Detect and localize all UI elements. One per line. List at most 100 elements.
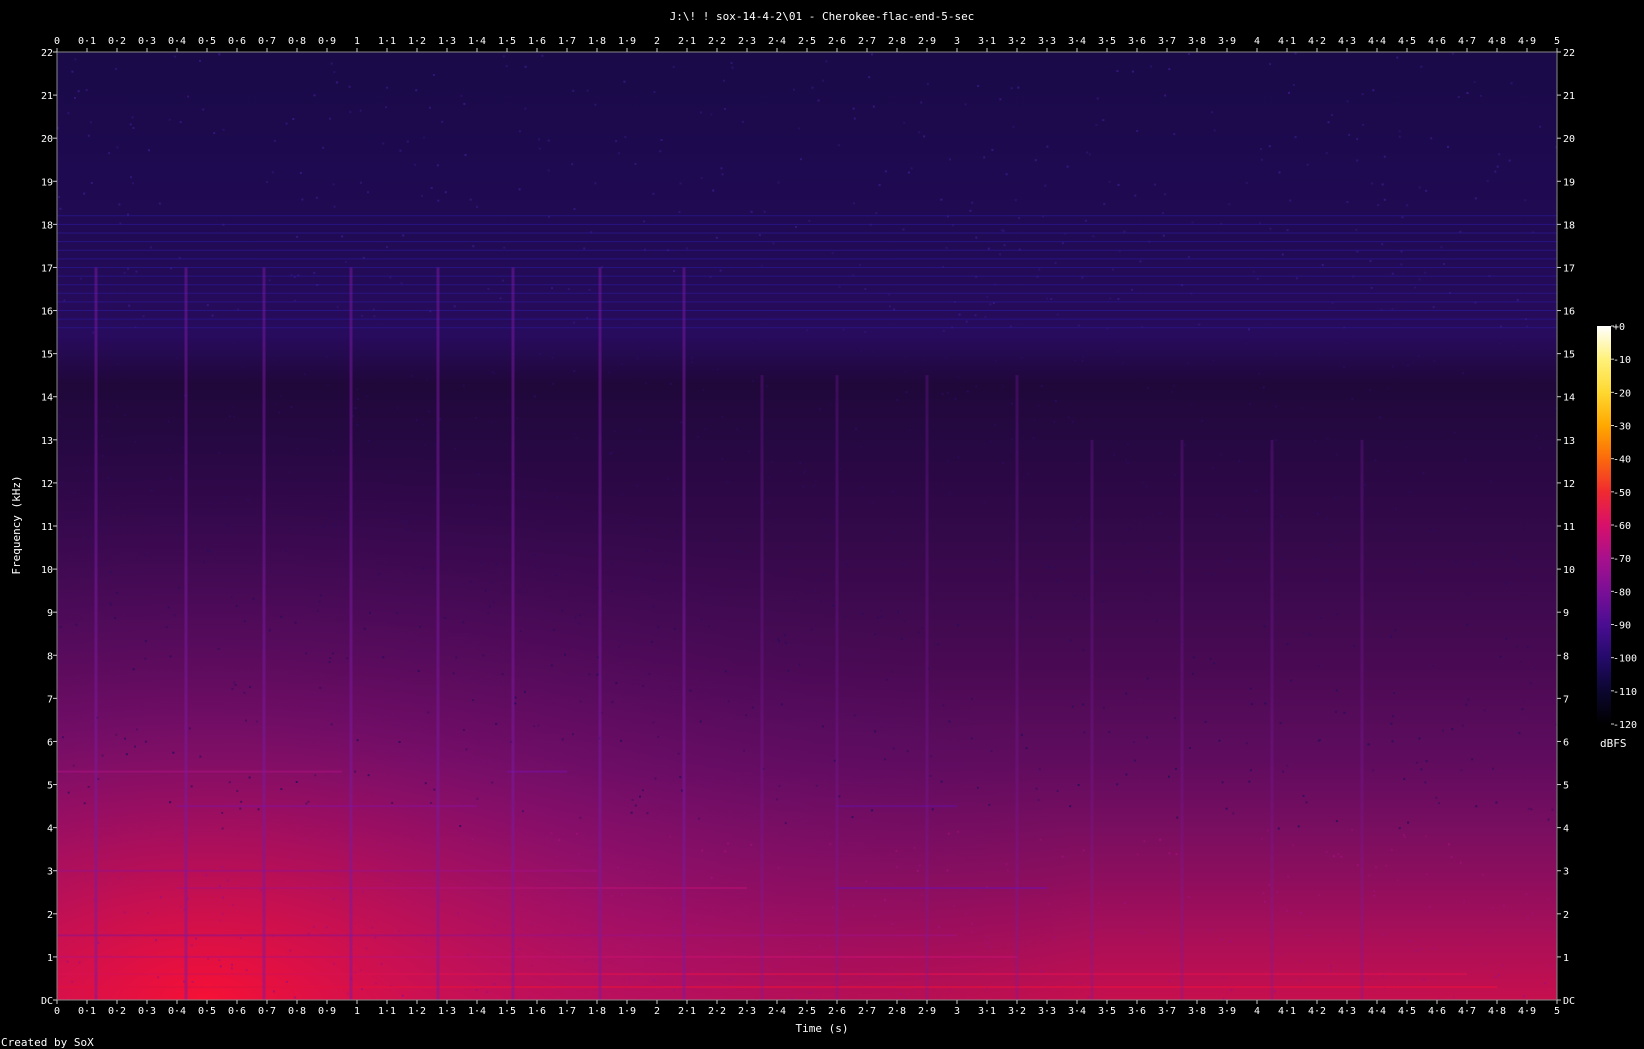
noise-speck — [743, 585, 746, 588]
noise-speck — [1281, 557, 1283, 560]
noise-speck — [236, 789, 239, 792]
noise-speck — [1123, 902, 1126, 905]
x-tick-label-bottom: 4·9 — [1518, 1006, 1536, 1017]
noise-speck — [296, 447, 299, 450]
x-tick-label-bottom: 2·5 — [798, 1006, 816, 1017]
noise-speck — [116, 146, 119, 149]
noise-speck — [382, 656, 385, 659]
noise-speck — [480, 561, 483, 564]
x-tick-label-bottom: 0·4 — [168, 1006, 186, 1017]
noise-speck — [858, 974, 861, 977]
noise-speck — [421, 423, 424, 426]
noise-speck — [1252, 270, 1255, 273]
noise-speck — [1189, 403, 1192, 406]
noise-speck — [977, 85, 980, 87]
noise-speck — [620, 739, 623, 742]
noise-speck — [575, 832, 578, 835]
noise-speck — [673, 489, 676, 491]
noise-speck — [202, 108, 205, 111]
noise-speck — [1128, 527, 1131, 530]
noise-speck — [501, 673, 504, 676]
noise-speck — [1530, 808, 1533, 811]
x-tick-label-top: 1·1 — [378, 36, 396, 47]
noise-speck — [864, 288, 867, 290]
noise-speck — [690, 361, 693, 364]
noise-speck — [738, 529, 741, 532]
noise-speck — [573, 208, 576, 210]
noise-speck — [750, 210, 753, 213]
noise-speck — [817, 99, 820, 102]
y-tick-label-left: 20 — [41, 134, 53, 145]
noise-speck — [1219, 453, 1222, 456]
noise-speck — [1341, 939, 1344, 942]
noise-speck — [916, 869, 919, 872]
noise-speck — [652, 192, 655, 195]
noise-speck — [1438, 802, 1441, 805]
noise-speck — [777, 181, 780, 184]
noise-speck — [231, 963, 233, 966]
noise-speck — [839, 467, 842, 470]
noise-speck — [1279, 515, 1282, 518]
noise-speck — [880, 615, 883, 618]
noise-speck — [877, 616, 880, 619]
noise-speck — [942, 329, 945, 332]
noise-speck — [847, 566, 850, 569]
noise-speck — [820, 600, 823, 603]
noise-speck — [1164, 94, 1167, 97]
noise-speck — [1369, 260, 1372, 263]
noise-speck — [131, 116, 134, 119]
x-tick-label-top: 4 — [1254, 36, 1260, 47]
x-tick-label-bottom: 4·1 — [1278, 1006, 1296, 1017]
noise-speck — [101, 434, 104, 437]
noise-speck — [874, 730, 877, 733]
noise-speck — [1139, 260, 1142, 263]
noise-speck — [114, 617, 117, 619]
noise-speck — [1461, 724, 1464, 727]
noise-speck — [1494, 170, 1497, 173]
x-tick-label-top: 3·1 — [978, 36, 996, 47]
noise-speck — [1082, 849, 1085, 852]
noise-speck — [1318, 739, 1321, 742]
y-tick-label-left: 4 — [47, 824, 53, 835]
noise-speck — [1109, 297, 1112, 300]
noise-speck — [173, 55, 176, 58]
y-tick-label-left: 16 — [41, 307, 53, 318]
x-tick-label-bottom: 0·7 — [258, 1006, 276, 1017]
noise-speck — [314, 774, 317, 777]
noise-speck — [1005, 863, 1008, 866]
noise-speck — [731, 66, 734, 69]
y-tick-label-left: 22 — [41, 48, 53, 59]
noise-speck — [771, 461, 773, 463]
noise-speck — [332, 652, 334, 655]
noise-speck — [333, 205, 336, 208]
noise-speck — [284, 549, 287, 552]
noise-speck — [1168, 536, 1171, 539]
x-tick-label-bottom: 0·8 — [288, 1006, 306, 1017]
noise-speck — [798, 127, 801, 130]
x-tick-label-top: 3·5 — [1098, 36, 1116, 47]
noise-speck — [1144, 599, 1147, 602]
noise-speck — [868, 76, 871, 79]
noise-speck — [1527, 807, 1530, 810]
noise-speck — [1420, 65, 1423, 68]
noise-speck — [1085, 350, 1088, 353]
noise-speck — [1381, 243, 1384, 246]
noise-speck — [1422, 472, 1425, 474]
noise-speck — [221, 866, 224, 869]
noise-speck — [1011, 438, 1013, 441]
noise-speck — [524, 65, 527, 68]
noise-speck — [1248, 780, 1251, 783]
noise-speck — [1273, 990, 1276, 993]
noise-speck — [406, 140, 409, 143]
noise-speck — [1188, 53, 1190, 55]
x-tick-label-top: 0·5 — [198, 36, 216, 47]
noise-speck — [611, 894, 614, 897]
noise-speck — [777, 867, 780, 870]
noise-speck — [954, 397, 957, 400]
y-tick-label-left: 15 — [41, 350, 53, 361]
noise-speck — [176, 357, 178, 360]
noise-speck — [471, 838, 474, 841]
noise-speck — [983, 500, 986, 503]
noise-speck — [315, 196, 318, 199]
noise-speck — [1457, 96, 1460, 98]
